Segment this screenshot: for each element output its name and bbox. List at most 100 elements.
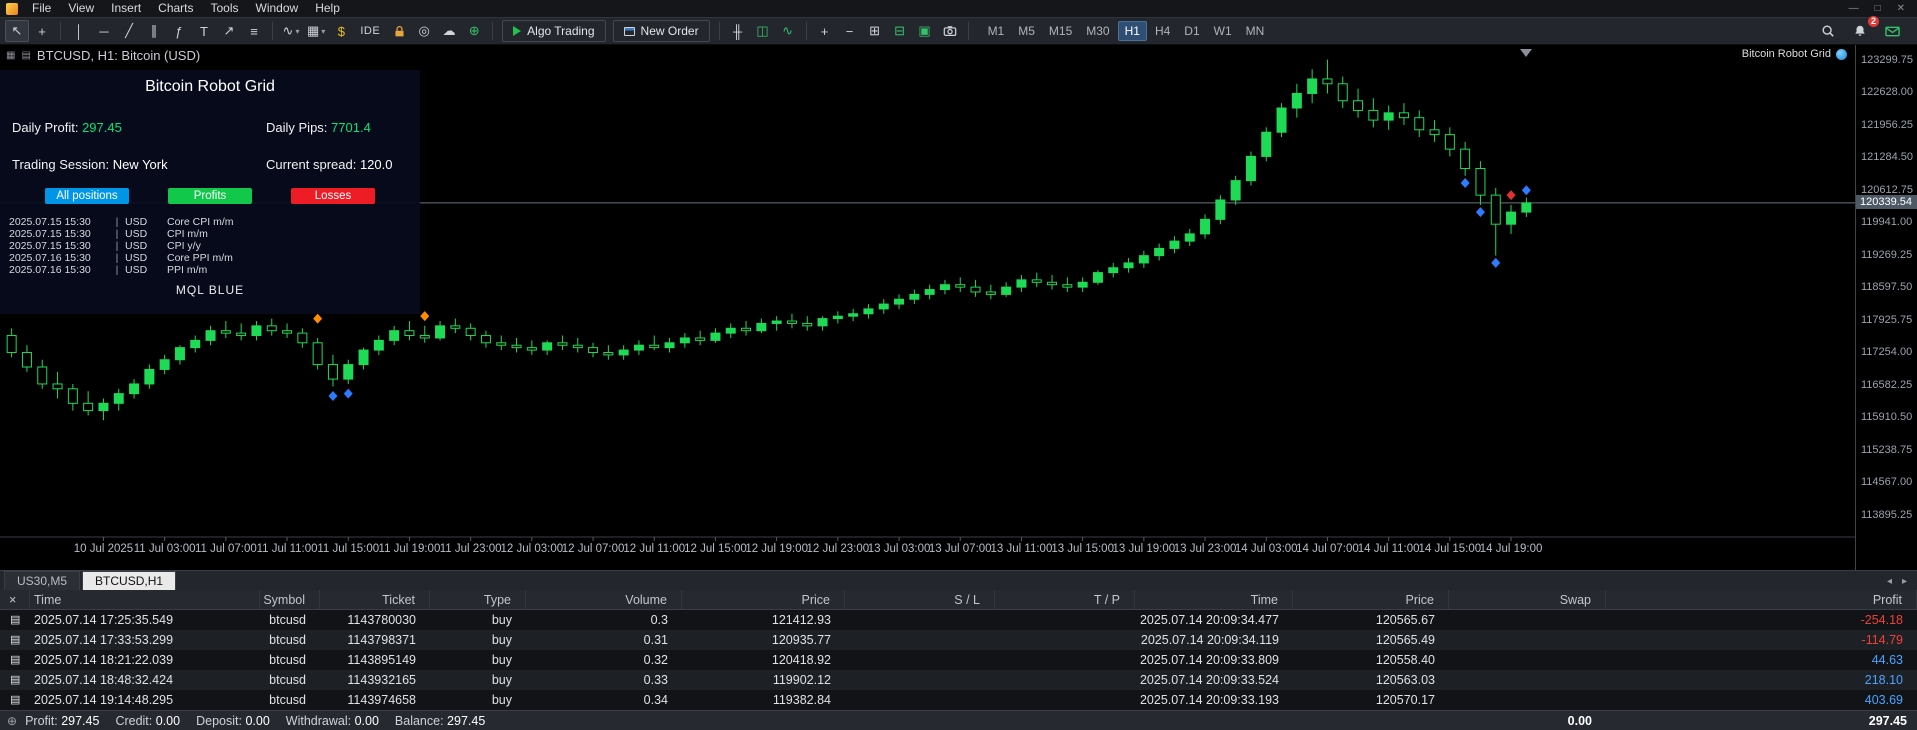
ea-filter-button[interactable]: Profits — [168, 188, 252, 204]
trade-marker-icon — [1491, 257, 1501, 268]
ea-filter-button[interactable]: All positions — [45, 188, 129, 204]
tile-windows-icon[interactable]: ⊟ — [888, 20, 912, 42]
menu-item[interactable]: View — [60, 0, 102, 17]
chart-tab[interactable]: US30,M5 — [4, 571, 81, 590]
timeframe-button[interactable]: M30 — [1080, 22, 1115, 40]
news-currency: USD — [125, 252, 148, 264]
table-header-cell[interactable]: Price — [1293, 590, 1449, 609]
camera-icon[interactable] — [938, 20, 962, 42]
menu-item[interactable]: Insert — [103, 0, 149, 17]
text-tool[interactable]: T — [192, 20, 216, 42]
chevron-down-icon: ▾ — [321, 26, 326, 36]
cloud-icon[interactable]: ☁ — [437, 20, 461, 42]
dollar-icon[interactable]: $ — [329, 20, 353, 42]
toolbar-separator — [492, 22, 494, 40]
timeframe-button[interactable]: M15 — [1043, 22, 1078, 40]
menu-item[interactable]: Help — [307, 0, 348, 17]
ea-filter-button[interactable]: Losses — [291, 188, 375, 204]
account-stat: Withdrawal: 0.00 — [285, 713, 379, 728]
vertical-line-tool[interactable]: │ — [67, 20, 91, 42]
time-axis-label: 14 Jul 15:00 — [1419, 543, 1482, 555]
table-header-cell[interactable]: Time — [30, 590, 260, 609]
cell-profit: 44.63 — [1871, 653, 1903, 667]
timeframe-button[interactable]: M5 — [1012, 22, 1041, 40]
timeframe-button[interactable]: H4 — [1149, 22, 1176, 40]
algo-trading-button[interactable]: Algo Trading — [502, 20, 606, 42]
mail-icon[interactable] — [1880, 20, 1904, 42]
fibonacci-tool[interactable]: ƒ — [167, 20, 191, 42]
table-header-cell[interactable]: S / L — [845, 590, 995, 609]
table-row[interactable]: ▤ 2025.07.14 17:25:35.549 btcusd 1143780… — [0, 610, 1917, 630]
trade-marker-icon — [1521, 185, 1531, 196]
equidistant-channel-tool[interactable]: ∥ — [142, 20, 166, 42]
cell-tp — [995, 670, 1135, 690]
objects-list-icon[interactable]: ≡ — [242, 20, 266, 42]
cursor-tool[interactable]: ↖ — [5, 20, 29, 42]
play-icon — [513, 26, 522, 36]
crosshair-tool[interactable]: + — [30, 20, 54, 42]
cell-close-time: 2025.07.14 20:09:33.193 — [1139, 693, 1279, 707]
timeframe-button[interactable]: H1 — [1117, 21, 1147, 41]
table-header-cell[interactable]: Symbol — [260, 590, 320, 609]
cell-swap — [1449, 650, 1606, 670]
line-chart-icon[interactable]: ∿ — [776, 20, 800, 42]
candlestick-chart-icon[interactable]: ◫ — [751, 20, 775, 42]
menu-item[interactable]: Charts — [150, 0, 201, 17]
timeframe-button[interactable]: MN — [1240, 22, 1271, 40]
menu-bar: File View Insert Charts Tools Window Help — □ … — [0, 0, 1917, 17]
maximize-icon[interactable]: □ — [1875, 3, 1881, 14]
menu-item[interactable]: Window — [248, 0, 307, 17]
timeframe-button[interactable]: W1 — [1208, 22, 1238, 40]
table-header-cell[interactable]: Volume — [526, 590, 682, 609]
table-row[interactable]: ▤ 2025.07.14 18:21:22.039 btcusd 1143895… — [0, 650, 1917, 670]
signals-icon[interactable]: ◎ — [412, 20, 436, 42]
tabs-scroll-right-icon[interactable]: ▸ — [1902, 576, 1907, 587]
bar-chart-icon[interactable]: ╫ — [726, 20, 750, 42]
menu-item[interactable]: Tools — [203, 0, 247, 17]
robot-grid-icon[interactable] — [1836, 48, 1847, 60]
lock-icon[interactable] — [387, 20, 411, 42]
table-header-cell[interactable]: Swap — [1449, 590, 1606, 609]
indicators-icon[interactable]: ∿ ▾ — [279, 20, 303, 42]
cell-open-time: 2025.07.14 19:14:48.295 — [34, 693, 174, 707]
grid-icon[interactable]: ⊞ — [863, 20, 887, 42]
menu-item[interactable]: File — [24, 0, 59, 17]
new-order-button[interactable]: New Order — [612, 20, 710, 42]
arrows-tool[interactable]: ↗ — [217, 20, 241, 42]
daily-profit-value: 297.45 — [82, 120, 122, 135]
timeframe-button[interactable]: D1 — [1178, 22, 1205, 40]
cell-symbol: btcusd — [269, 633, 306, 647]
cascade-windows-icon[interactable]: ▣ — [913, 20, 937, 42]
toolbox-close-button[interactable]: × — [0, 590, 30, 609]
tabs-scroll-left-icon[interactable]: ◂ — [1887, 576, 1892, 587]
community-icon[interactable]: ⊕ — [462, 20, 486, 42]
minimize-icon[interactable]: — — [1849, 3, 1859, 14]
table-header-cell[interactable]: Ticket — [320, 590, 430, 609]
table-header-cell[interactable]: Time — [1135, 590, 1293, 609]
trade-doc-icon: ▤ — [10, 694, 21, 706]
table-row[interactable]: ▤ 2025.07.14 19:14:48.295 btcusd 1143974… — [0, 690, 1917, 710]
cell-tp — [995, 650, 1135, 670]
zoom-out-icon[interactable]: − — [838, 20, 862, 42]
table-header-cell[interactable]: T / P — [995, 590, 1135, 609]
news-line: 2025.07.15 15:30 | USD CPI m/m — [9, 228, 420, 240]
search-icon[interactable] — [1816, 20, 1840, 42]
notifications-bell-icon[interactable]: 2 — [1848, 16, 1879, 42]
price-axis[interactable]: 123299.75 122628.00 121956.25 121284.50 1206… — [1855, 45, 1917, 570]
table-header-cell[interactable]: Type — [430, 590, 526, 609]
table-header-cell[interactable]: Profit — [1606, 590, 1917, 609]
table-header-cell[interactable]: Price — [682, 590, 845, 609]
table-row[interactable]: ▤ 2025.07.14 18:48:32.424 btcusd 1143932… — [0, 670, 1917, 690]
horizontal-line-tool[interactable]: ─ — [92, 20, 116, 42]
time-axis-label: 11 Jul 11:00 — [257, 543, 318, 555]
zoom-in-icon[interactable]: + — [813, 20, 837, 42]
ide-button[interactable]: IDE — [354, 20, 386, 42]
timeframe-button[interactable]: M1 — [982, 22, 1011, 40]
close-icon[interactable]: ✕ — [1897, 3, 1905, 14]
account-stat: Balance: 297.45 — [394, 713, 486, 728]
chart-tab[interactable]: BTCUSD,H1 — [82, 571, 177, 590]
trendline-tool[interactable]: ╱ — [117, 20, 141, 42]
table-row[interactable]: ▤ 2025.07.14 17:33:53.299 btcusd 1143798… — [0, 630, 1917, 650]
app-icon[interactable] — [6, 2, 18, 15]
chart-template-icon[interactable]: ▦ ▾ — [304, 20, 328, 42]
